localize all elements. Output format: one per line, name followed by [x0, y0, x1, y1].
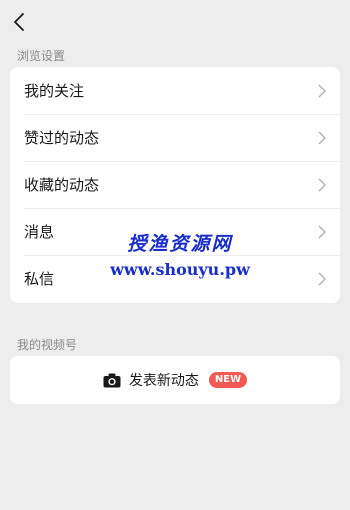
menu-item-label: 私信: [24, 270, 55, 288]
back-chevron-icon[interactable]: [10, 10, 30, 34]
camera-icon: [103, 373, 121, 387]
menu-item-favorites[interactable]: 收藏的动态: [10, 161, 340, 208]
post-new-update-label: 发表新动态: [128, 373, 199, 389]
browse-settings-card: 我的关注 赞过的动态 收藏的动态 消息 私信: [10, 67, 340, 303]
chevron-right-icon: [318, 225, 326, 239]
menu-item-label: 消息: [24, 223, 55, 241]
chevron-right-icon: [318, 272, 326, 286]
chevron-right-icon: [318, 131, 326, 145]
menu-item-liked[interactable]: 赞过的动态: [10, 114, 340, 161]
post-new-update-button[interactable]: 发表新动态 NEW: [103, 370, 248, 390]
my-channel-label: 我的视频号: [17, 338, 78, 352]
chevron-right-icon: [318, 178, 326, 192]
chevron-right-icon: [318, 84, 326, 98]
menu-item-label: 收藏的动态: [24, 176, 100, 194]
browse-settings-label: 浏览设置: [17, 49, 66, 63]
menu-item-messages[interactable]: 消息: [10, 208, 340, 255]
my-channel-card: 发表新动态 NEW: [10, 356, 340, 404]
menu-item-label: 赞过的动态: [24, 129, 100, 147]
menu-item-following[interactable]: 我的关注: [10, 67, 340, 114]
new-badge: NEW: [208, 372, 248, 388]
menu-item-private-messages[interactable]: 私信: [10, 255, 340, 302]
menu-item-label: 我的关注: [24, 82, 85, 100]
top-bar: [0, 0, 350, 44]
